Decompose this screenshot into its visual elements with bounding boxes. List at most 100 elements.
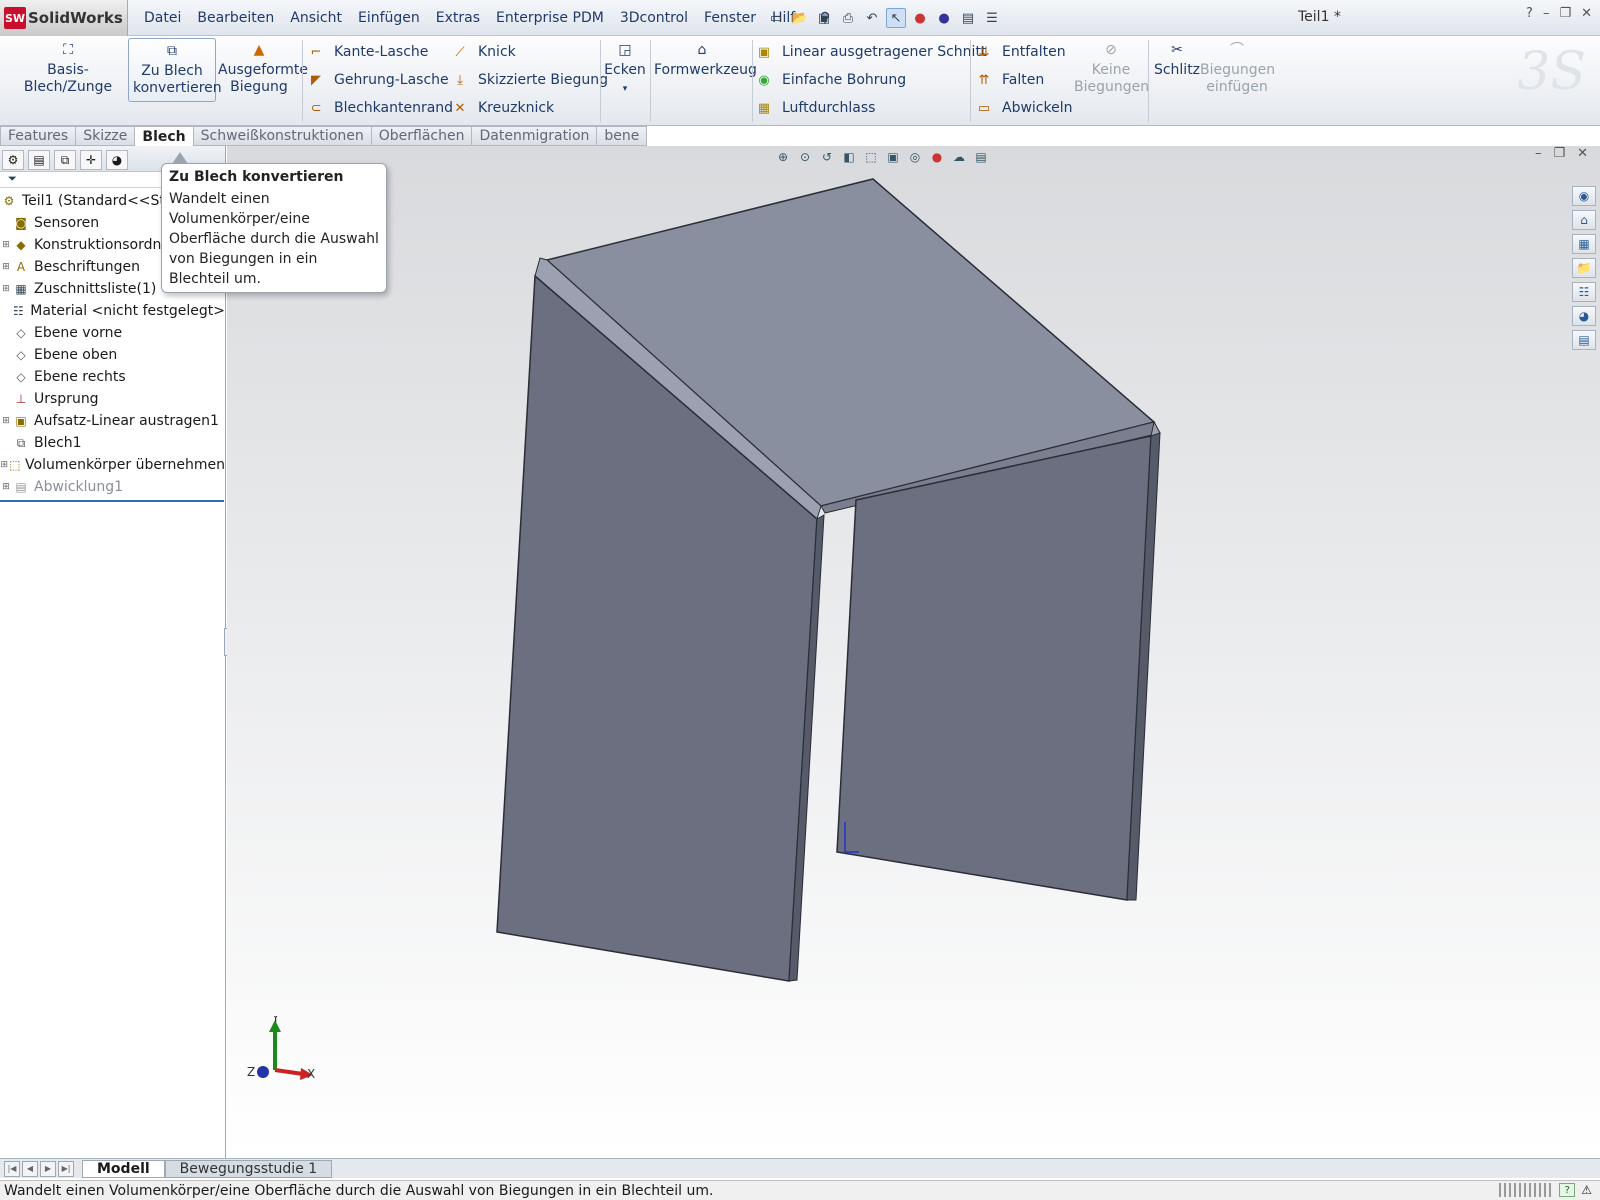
last-tab-icon[interactable]: ▶|: [58, 1160, 74, 1177]
flatten-button[interactable]: ▭ Abwickeln: [976, 100, 1073, 116]
tab-blech[interactable]: Blech: [135, 126, 194, 146]
configuration-manager-tab-icon[interactable]: ⧉: [54, 150, 76, 170]
insert-bends-button[interactable]: ⌒ Biegungen einfügen: [1200, 42, 1275, 96]
menu-datei[interactable]: Datei: [136, 10, 189, 26]
extruded-cut-icon: ▣: [757, 44, 771, 60]
origin-icon: ⊥: [15, 392, 27, 406]
tab-schweisskonstruktionen[interactable]: Schweißkonstruktionen: [193, 126, 372, 146]
ribbon-separator: [650, 40, 651, 122]
no-bends-icon: ⊘: [1105, 42, 1117, 58]
new-document-icon[interactable]: ▭: [766, 8, 786, 28]
cross-break-button[interactable]: ✕ Kreuzknick: [452, 100, 555, 116]
tree-item-volumenkoerper[interactable]: ⊞ ⬚ Volumenkörper übernehmen: [0, 454, 225, 476]
lofted-bend-button[interactable]: ▲ Ausgeformte Biegung: [218, 42, 308, 96]
print-icon[interactable]: ⎙: [838, 8, 858, 28]
tree-item-ebene-vorne[interactable]: ◇ Ebene vorne: [0, 322, 225, 344]
graphics-area[interactable]: ⊕ ⊙ ↺ ◧ ⬚ ▣ ◎ ● ☁ ▤ – ❐ ✕ ◉ ⌂ ▦ 📁 ☷ ◕ ▤: [227, 146, 1600, 1158]
unfold-button[interactable]: ⇊ Entfalten: [976, 44, 1066, 60]
tab-skizze[interactable]: Skizze: [76, 126, 136, 146]
miter-flange-icon: ◤: [311, 72, 321, 88]
first-tab-icon[interactable]: |◀: [4, 1160, 20, 1177]
tab-features[interactable]: Features: [0, 126, 77, 146]
chevron-down-icon[interactable]: ▾: [623, 84, 628, 94]
menu-fenster[interactable]: Fenster: [696, 10, 764, 26]
corners-button[interactable]: ◲ Ecken ▾: [604, 42, 646, 98]
expand-icon[interactable]: ⊞: [0, 416, 12, 426]
minimize-icon[interactable]: –: [1543, 6, 1550, 21]
select-pointer-icon[interactable]: ↖: [886, 8, 906, 28]
tree-item-aufsatz-linear[interactable]: ⊞ ▣ Aufsatz-Linear austragen1: [0, 410, 225, 432]
expand-icon[interactable]: ⊞: [0, 482, 12, 492]
extruded-cut-button[interactable]: ▣ Linear ausgetragener Schnitt: [756, 44, 987, 60]
tab-bewegungsstudie[interactable]: Bewegungsstudie 1: [164, 1159, 333, 1178]
expand-icon[interactable]: ⊞: [0, 240, 12, 250]
property-manager-tab-icon[interactable]: ▤: [28, 150, 50, 170]
display-manager-tab-icon[interactable]: ◕: [106, 150, 128, 170]
file-properties-icon[interactable]: ▤: [958, 8, 978, 28]
tab-bene[interactable]: bene: [597, 126, 648, 146]
tree-item-ebene-oben[interactable]: ◇ Ebene oben: [0, 344, 225, 366]
options-icon[interactable]: ☰: [982, 8, 1002, 28]
menu-enterprise-pdm[interactable]: Enterprise PDM: [488, 10, 612, 26]
restore-icon[interactable]: ❐: [1559, 6, 1571, 21]
simple-hole-button[interactable]: ◉ Einfache Bohrung: [756, 72, 906, 88]
corners-icon: ◲: [618, 42, 632, 58]
feature-tree-tab-icon[interactable]: ⚙: [2, 150, 24, 170]
cross-break-icon: ✕: [454, 100, 466, 116]
expand-icon[interactable]: ⊞: [0, 262, 12, 272]
traffic-light-icon[interactable]: ●: [910, 8, 930, 28]
tree-item-ursprung[interactable]: ⊥ Ursprung: [0, 388, 225, 410]
expand-icon[interactable]: ⊞: [0, 284, 12, 294]
fold-button[interactable]: ⇈ Falten: [976, 72, 1045, 88]
triad-z-axis: [257, 1066, 269, 1078]
flat-pattern-icon: ▤: [15, 480, 27, 494]
menu-einfuegen[interactable]: Einfügen: [350, 10, 428, 26]
ribbon-separator: [752, 40, 753, 122]
right-panel[interactable]: [836, 435, 1152, 901]
convert-sheet-metal-icon: ⧉: [167, 43, 177, 59]
menu-ansicht[interactable]: Ansicht: [282, 10, 350, 26]
menu-bearbeiten[interactable]: Bearbeiten: [189, 10, 282, 26]
miter-flange-button[interactable]: ◤ Gehrung-Lasche: [308, 72, 449, 88]
sketched-bend-button[interactable]: ⤓ Skizzierte Biegung: [452, 72, 608, 88]
edge-flange-button[interactable]: ⌐ Kante-Lasche: [308, 44, 429, 60]
close-icon[interactable]: ✕: [1581, 6, 1592, 21]
status-bar: Wandelt einen Volumenkörper/eine Oberflä…: [0, 1180, 1600, 1200]
tree-item-blech1[interactable]: ⧉ Blech1: [0, 432, 225, 454]
open-icon[interactable]: 📂: [790, 8, 810, 28]
help-icon[interactable]: ?: [1526, 6, 1533, 21]
menu-3dcontrol[interactable]: 3Dcontrol: [612, 10, 696, 26]
menu-extras[interactable]: Extras: [428, 10, 488, 26]
edge-flange-icon: ⌐: [310, 44, 322, 60]
jog-button[interactable]: ⟋ Knick: [452, 44, 515, 60]
next-tab-icon[interactable]: ▶: [40, 1160, 56, 1177]
forming-tool-button[interactable]: ⌂ Formwerkzeug: [654, 42, 757, 79]
tree-item-material[interactable]: ☷ Material <nicht festgelegt>: [0, 300, 225, 322]
help-status-icon[interactable]: ?: [1559, 1183, 1576, 1197]
fold-icon: ⇈: [978, 72, 990, 88]
rip-button[interactable]: ✂ Schlitz: [1152, 42, 1202, 79]
feature-manager-panel: ⚙ ▤ ⧉ ✛ ◕ ⏷ ⚙ Teil1 (Standard<<St ◙ Sensor…: [0, 146, 226, 1158]
hem-button[interactable]: ⊂ Blechkantenrand: [308, 100, 454, 116]
tree-item-abwicklung1[interactable]: ⊞ ▤ Abwicklung1: [0, 476, 225, 498]
design-binder-icon: ◆: [16, 238, 26, 252]
solidworks-logo[interactable]: SW SolidWorks: [0, 0, 128, 36]
tree-item-ebene-rechts[interactable]: ◇ Ebene rechts: [0, 366, 225, 388]
filter-icon: ⏷: [8, 172, 17, 185]
base-flange-button[interactable]: ⛶ Basis-Blech/Zunge: [12, 42, 124, 96]
tab-modell[interactable]: Modell: [82, 1159, 165, 1178]
dimxpert-tab-icon[interactable]: ✛: [80, 150, 102, 170]
save-icon[interactable]: ▣: [814, 8, 834, 28]
convert-to-sheet-metal-button[interactable]: ⧉ Zu Blech konvertieren: [128, 38, 222, 102]
rebuild-icon[interactable]: ●: [934, 8, 954, 28]
vent-button[interactable]: ▦ Luftdurchlass: [756, 100, 876, 116]
tab-datenmigration[interactable]: Datenmigration: [472, 126, 598, 146]
expand-icon[interactable]: ⊞: [0, 460, 8, 470]
sheet-metal-part-model[interactable]: [227, 146, 1600, 1158]
tab-oberflaechen[interactable]: Oberflächen: [371, 126, 473, 146]
rebuild-status-icon[interactable]: ⚠: [1581, 1183, 1592, 1197]
previous-tab-icon[interactable]: ◀: [22, 1160, 38, 1177]
no-bends-button[interactable]: ⊘ Keine Biegungen: [1074, 42, 1149, 96]
rollback-bar[interactable]: [0, 500, 224, 502]
undo-icon[interactable]: ↶: [862, 8, 882, 28]
